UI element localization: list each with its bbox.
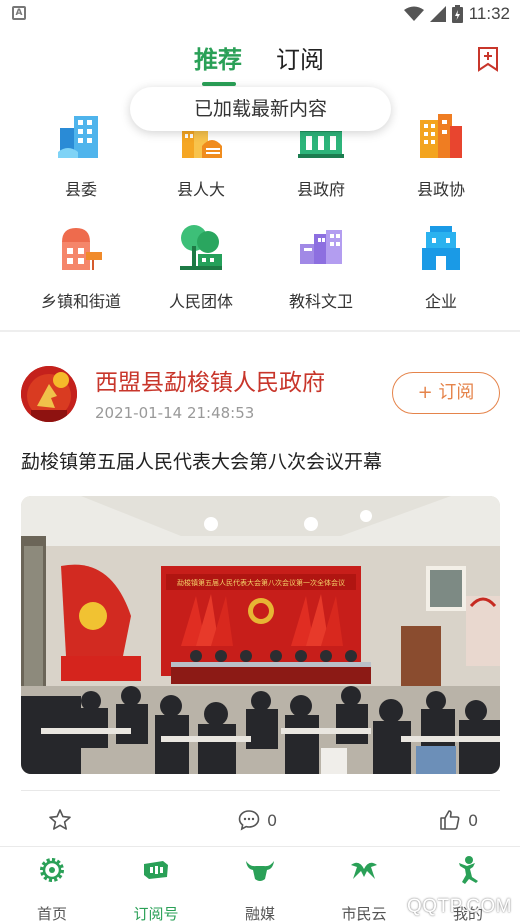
- clock: 11:32: [468, 4, 510, 23]
- category-label: 人民团体: [168, 292, 233, 311]
- category-label: 县政协: [416, 180, 465, 199]
- nav-label: 首页: [36, 905, 67, 922]
- subscribe-button[interactable]: + 订阅: [392, 372, 500, 414]
- enterprise-icon: [422, 226, 460, 270]
- add-bookmark-icon[interactable]: [476, 46, 500, 72]
- watermark: QQTP.COM: [407, 896, 512, 917]
- thumbs-up-icon: [440, 810, 460, 830]
- tab-subscribed[interactable]: 订阅: [276, 40, 324, 75]
- nav-label: 订阅号: [133, 905, 179, 922]
- like-count: 0: [468, 810, 479, 830]
- comment-count: 0: [267, 810, 278, 830]
- category-label: 乡镇和街道: [40, 292, 121, 311]
- citizen-cloud-icon: [351, 862, 377, 879]
- loaded-toast: 已加载最新内容: [130, 87, 391, 131]
- home-gear-icon: [40, 858, 64, 882]
- subscription-icon: [144, 861, 168, 879]
- category-education-science[interactable]: 教科文卫: [261, 222, 381, 312]
- battery-icon: [451, 5, 463, 23]
- meeting-hall-image: 勐梭镇第五届人民代表大会第八次会议第一次全体会议: [21, 496, 500, 774]
- cppcc-icon: [420, 114, 462, 158]
- category-label: 教科文卫: [288, 292, 353, 311]
- peoples-groups-icon: [180, 225, 222, 270]
- tab-recommended[interactable]: 推荐: [194, 40, 242, 75]
- status-icons: 11:32: [403, 3, 510, 25]
- comment-button[interactable]: 0: [237, 806, 277, 834]
- nav-home[interactable]: 首页: [0, 855, 104, 922]
- post-photo[interactable]: 勐梭镇第五届人民代表大会第八次会议第一次全体会议: [21, 496, 500, 774]
- nav-label: 融媒: [244, 905, 275, 922]
- category-township[interactable]: 乡镇和街道: [21, 222, 141, 312]
- nav-label: 市民云: [341, 905, 387, 922]
- category-peoples-groups[interactable]: 人民团体: [141, 222, 261, 312]
- category-enterprise[interactable]: 企业: [381, 222, 501, 312]
- star-icon: [49, 809, 71, 830]
- category-cppcc[interactable]: 县政协: [381, 110, 501, 200]
- county-committee-icon: [58, 116, 98, 158]
- app-screen: A 11:32 推荐 订阅 已加载最新内容 县委 县人大 县政府 县政协 乡镇和…: [0, 0, 520, 922]
- nav-media[interactable]: 融媒: [208, 855, 312, 922]
- meeting-banner-text: 勐梭镇第五届人民代表大会第八次会议第一次全体会议: [177, 578, 345, 587]
- org-name[interactable]: 西盟县勐梭镇人民政府: [95, 363, 325, 397]
- category-label: 县政府: [296, 180, 345, 199]
- township-icon: [62, 228, 102, 270]
- org-avatar[interactable]: [21, 366, 77, 422]
- nav-subscription[interactable]: 订阅号: [104, 855, 208, 922]
- wifi-icon: [403, 6, 424, 21]
- notification-app-icon: A: [12, 6, 26, 20]
- status-bar: A 11:32: [0, 0, 520, 28]
- nav-citizen-cloud[interactable]: 市民云: [312, 855, 416, 922]
- action-divider: [21, 790, 500, 791]
- post-title[interactable]: 勐梭镇第五届人民代表大会第八次会议开幕: [21, 447, 382, 474]
- comment-icon: [238, 810, 260, 831]
- section-divider: [0, 330, 520, 332]
- category-label: 县委: [64, 180, 97, 199]
- signal-icon: [429, 6, 446, 22]
- top-tabs: 推荐 订阅: [0, 38, 520, 88]
- category-label: 县人大: [176, 180, 225, 199]
- profile-icon: [459, 856, 478, 884]
- like-button[interactable]: 0: [438, 806, 478, 834]
- category-county-committee[interactable]: 县委: [21, 110, 141, 200]
- favorite-button[interactable]: [48, 806, 72, 834]
- media-bull-icon: [246, 861, 274, 881]
- post-timestamp: 2021-01-14 21:48:53: [95, 404, 255, 422]
- party-emblem-image: [21, 366, 77, 422]
- active-tab-indicator: [202, 82, 236, 86]
- category-label: 企业: [424, 292, 457, 311]
- education-science-icon: [300, 230, 342, 264]
